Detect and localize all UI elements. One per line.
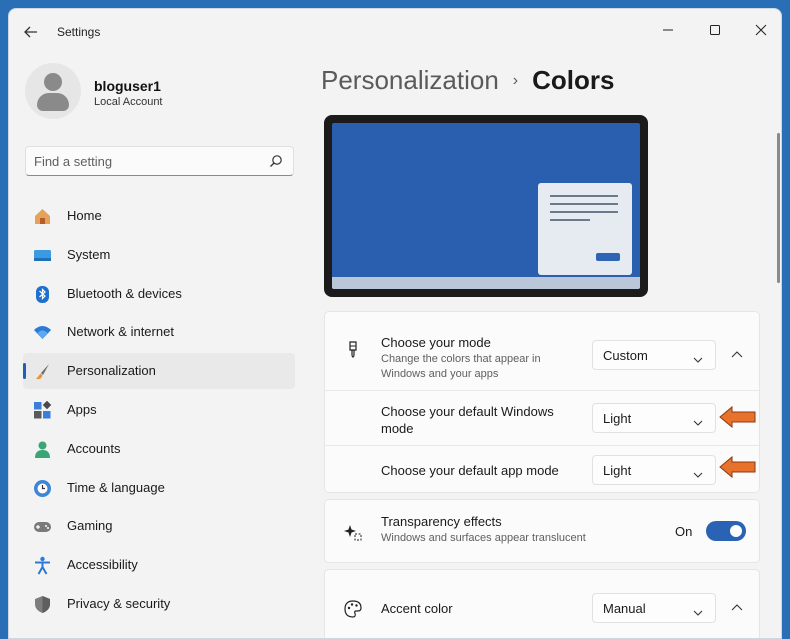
mode-settings-card: Choose your mode Change the colors that … (324, 311, 760, 493)
search-box[interactable] (25, 146, 294, 176)
windows-mode-title: Choose your default Windows mode (381, 404, 554, 436)
transparency-title: Transparency effects (381, 514, 502, 529)
mode-value: Custom (603, 348, 648, 363)
maximize-icon[interactable] (692, 15, 738, 45)
sidebar-item-apps[interactable]: Apps (23, 392, 295, 428)
choose-mode-description: Change the colors that appear in Windows… (381, 353, 541, 380)
accent-color-title: Accent color (381, 601, 453, 616)
annotation-arrow-icon (718, 405, 758, 429)
window-title: Settings (57, 25, 101, 39)
system-icon (33, 246, 52, 265)
preview-desktop (332, 123, 640, 289)
palette-icon (343, 599, 363, 619)
app-mode-row: Choose your default app mode Light (325, 446, 759, 492)
sidebar-item-system[interactable]: System (23, 237, 295, 273)
clock-globe-icon (33, 479, 52, 498)
search-input[interactable] (34, 147, 264, 175)
minimize-icon[interactable] (645, 15, 691, 45)
wifi-icon (33, 323, 52, 342)
windows-mode-value: Light (603, 411, 632, 426)
sidebar-item-label: Gaming (67, 518, 113, 534)
back-arrow-icon[interactable] (19, 21, 43, 43)
sidebar-item-label: System (67, 246, 111, 262)
sidebar-item-accounts[interactable]: Accounts (23, 431, 295, 467)
app-mode-value: Light (603, 463, 632, 478)
transparency-state: On (675, 524, 693, 539)
home-icon (33, 207, 52, 226)
breadcrumb-parent[interactable]: Personalization (321, 65, 499, 95)
sparkle-icon (343, 522, 363, 542)
sidebar-item-label: Apps (67, 401, 97, 417)
sidebar-item-home[interactable]: Home (23, 198, 295, 234)
chevron-up-icon[interactable] (727, 345, 747, 365)
sidebar-item-label: Privacy & security (67, 595, 171, 611)
sidebar-item-label: Bluetooth & devices (67, 285, 182, 301)
theme-preview (324, 115, 648, 297)
app-mode-title: Choose your default app mode (381, 463, 559, 478)
title-bar: Settings (9, 9, 781, 53)
accent-color-card: Accent color Manual (324, 569, 760, 638)
account-type: Local Account (94, 96, 163, 108)
bluetooth-icon (33, 285, 52, 304)
sidebar-item-label: Accounts (67, 440, 121, 456)
sidebar-item-gaming[interactable]: Gaming (23, 508, 295, 544)
transparency-toggle[interactable] (706, 521, 746, 541)
chevron-up-icon[interactable] (727, 598, 747, 618)
sidebar-item-network[interactable]: Network & internet (23, 314, 295, 350)
gamepad-icon (33, 517, 52, 536)
sidebar-item-bluetooth[interactable]: Bluetooth & devices (23, 276, 295, 312)
accessibility-icon (33, 556, 52, 575)
windows-mode-row: Choose your default Windows mode Light (325, 391, 759, 445)
app-mode-dropdown[interactable]: Light (592, 455, 716, 485)
annotation-arrow-icon (718, 455, 758, 479)
brush-icon (343, 340, 363, 360)
close-icon[interactable] (738, 15, 781, 45)
chevron-down-icon (693, 415, 703, 426)
chevron-down-icon (693, 352, 703, 363)
brush-icon (33, 362, 52, 381)
shield-icon (33, 595, 52, 614)
user-profile[interactable]: bloguser1 Local Account (25, 63, 285, 123)
transparency-description: Windows and surfaces appear translucent (381, 532, 586, 544)
search-icon[interactable] (269, 154, 283, 168)
transparency-card: Transparency effects Windows and surface… (324, 499, 760, 563)
accounts-icon (33, 440, 52, 459)
sidebar-nav: Home System Bluetooth & devices Network … (23, 198, 295, 625)
sidebar-item-label: Accessibility (67, 557, 138, 573)
breadcrumb-separator: › (512, 72, 519, 89)
sidebar-item-label: Network & internet (67, 324, 174, 340)
sidebar-item-personalization[interactable]: Personalization (23, 353, 295, 390)
sidebar-item-privacy[interactable]: Privacy & security (23, 586, 295, 622)
sidebar-item-label: Time & language (67, 479, 165, 495)
apps-icon (33, 400, 52, 420)
accent-color-value: Manual (603, 601, 646, 616)
user-name: bloguser1 (94, 78, 161, 94)
settings-window: Settings bloguser1 Local Account Home (8, 8, 782, 639)
preview-taskbar (332, 277, 640, 289)
mode-dropdown[interactable]: Custom (592, 340, 716, 370)
chevron-down-icon (693, 605, 703, 616)
windows-mode-dropdown[interactable]: Light (592, 403, 716, 433)
sidebar-item-label: Personalization (67, 363, 156, 379)
sidebar-item-label: Home (67, 208, 102, 223)
breadcrumb: Personalization › Colors (321, 65, 614, 96)
choose-mode-title: Choose your mode (381, 335, 491, 350)
chevron-down-icon (693, 467, 703, 478)
avatar (25, 63, 81, 119)
accent-color-dropdown[interactable]: Manual (592, 593, 716, 623)
page-title: Colors (532, 65, 615, 95)
sidebar-item-accessibility[interactable]: Accessibility (23, 547, 295, 583)
preview-window (538, 183, 632, 275)
sidebar-item-time-language[interactable]: Time & language (23, 470, 295, 506)
choose-mode-row[interactable]: Choose your mode Change the colors that … (325, 312, 759, 390)
scrollbar[interactable] (777, 133, 780, 283)
